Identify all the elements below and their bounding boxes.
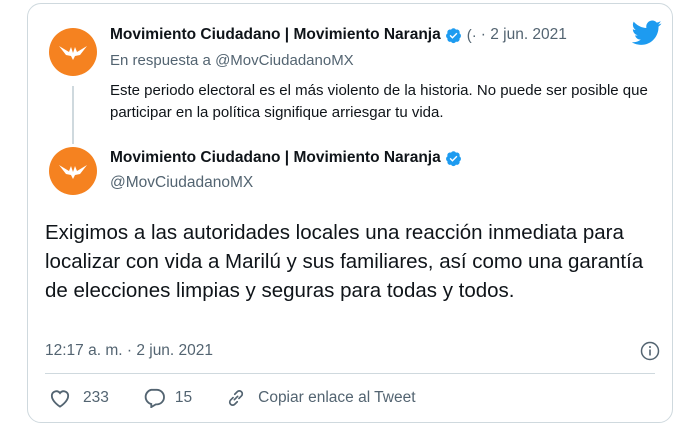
tweet-card: Movimiento Ciudadano | Movimiento Naranj…	[27, 3, 673, 423]
eagle-logo	[59, 46, 87, 60]
verified-icon	[445, 150, 461, 166]
copy-link-label: Copiar enlace al Tweet	[258, 389, 416, 406]
in-reply-to[interactable]: En respuesta a @MovCiudadanoMX	[110, 52, 354, 69]
reply-handle-fragment: (·	[466, 26, 477, 44]
link-icon	[229, 390, 244, 406]
reply-header: Movimiento Ciudadano | Movimiento Naranj…	[110, 26, 567, 44]
author-handle[interactable]: @MovCiudadanoMX	[110, 174, 253, 192]
verified-icon	[445, 27, 461, 43]
heart-icon	[50, 390, 70, 408]
avatar[interactable]	[49, 28, 97, 76]
reply-author-name[interactable]: Movimiento Ciudadano | Movimiento Naranj…	[110, 26, 441, 44]
reply-button[interactable]: 15	[143, 388, 192, 408]
bird-icon[interactable]	[632, 20, 662, 46]
avatar[interactable]	[49, 147, 97, 195]
reply-count: 15	[174, 389, 193, 406]
tweet-header: Movimiento Ciudadano | Movimiento Naranj…	[110, 149, 462, 167]
thread-line	[72, 86, 74, 144]
tweet-timestamp[interactable]: 12:17 a. m. · 2 jun. 2021	[45, 342, 213, 360]
copy-link-button[interactable]: Copiar enlace al Tweet	[226, 388, 416, 408]
reply-icon	[144, 388, 165, 408]
divider	[45, 373, 655, 374]
like-count: 233	[83, 389, 109, 406]
reply-text: Este periodo electoral es el más violent…	[110, 82, 648, 121]
reply-date[interactable]: · 2 jun. 2021	[481, 26, 567, 44]
action-bar: 233 15 Copiar enlace al Tweet	[49, 388, 416, 408]
like-button[interactable]: 233	[49, 388, 109, 408]
tweet-text: Exigimos a las autoridades locales una r…	[45, 221, 644, 302]
author-name[interactable]: Movimiento Ciudadano | Movimiento Naranj…	[110, 149, 441, 167]
info-icon[interactable]	[640, 341, 660, 361]
eagle-logo	[59, 165, 87, 179]
